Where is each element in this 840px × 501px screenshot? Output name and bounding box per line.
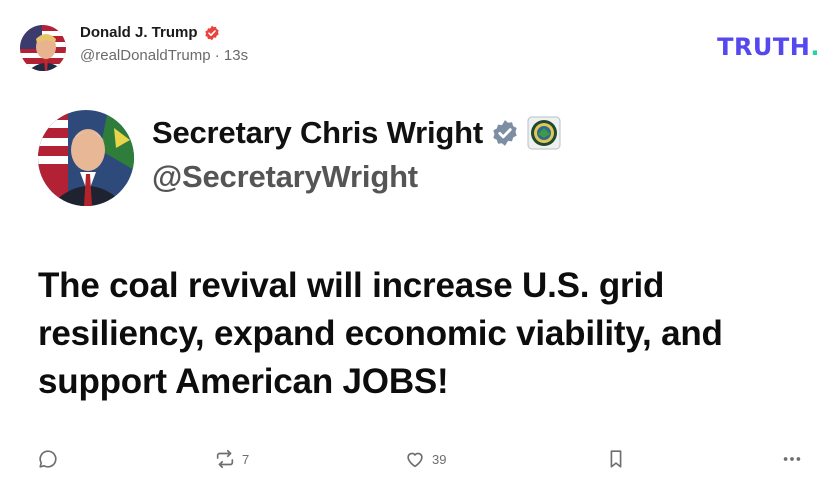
embed-author-name[interactable]: Secretary Chris Wright bbox=[152, 115, 483, 151]
embed-post-text: The coal revival will increase U.S. grid… bbox=[38, 266, 723, 401]
verified-gray-badge-icon bbox=[491, 119, 519, 147]
embed-author-handle[interactable]: @SecretaryWright bbox=[152, 159, 561, 195]
post-timestamp[interactable]: 13s bbox=[224, 47, 248, 64]
retruth-icon bbox=[214, 448, 236, 470]
author-meta: Donald J. Trump @realDonaldTrump · 13s bbox=[80, 24, 248, 64]
embed-name-line: Secretary Chris Wright bbox=[152, 115, 561, 151]
truth-wordmark-dot: . bbox=[810, 33, 820, 61]
author-handle-line: @realDonaldTrump · 13s bbox=[80, 47, 248, 64]
post-header: Donald J. Trump @realDonaldTrump · 13s bbox=[20, 23, 248, 73]
department-of-energy-seal-icon bbox=[527, 116, 561, 150]
reply-button[interactable] bbox=[37, 448, 65, 470]
bookmark-button[interactable] bbox=[605, 448, 627, 470]
meta-separator: · bbox=[214, 47, 220, 64]
retruth-count: 7 bbox=[242, 451, 250, 467]
verified-badge-icon bbox=[204, 25, 220, 41]
more-icon bbox=[781, 448, 803, 470]
author-line: Donald J. Trump bbox=[80, 24, 248, 41]
like-count: 39 bbox=[432, 451, 447, 467]
embed-author-meta: Secretary Chris Wright @SecretaryWright bbox=[152, 115, 561, 195]
post-action-bar: 7 39 bbox=[0, 448, 840, 480]
embed-author-avatar[interactable] bbox=[38, 110, 134, 206]
retruth-button[interactable]: 7 bbox=[214, 448, 249, 470]
author-avatar[interactable] bbox=[20, 25, 66, 71]
like-button[interactable]: 39 bbox=[404, 448, 446, 470]
bookmark-icon bbox=[605, 448, 627, 470]
author-name[interactable]: Donald J. Trump bbox=[80, 24, 198, 41]
truth-wordmark: TRUTH bbox=[717, 33, 811, 61]
embedded-post-header: Secretary Chris Wright @SecretaryWright bbox=[38, 110, 561, 206]
truth-logo[interactable]: TRUTH. bbox=[717, 33, 820, 61]
heart-icon bbox=[404, 448, 426, 470]
more-button[interactable] bbox=[781, 448, 803, 470]
author-handle[interactable]: @realDonaldTrump bbox=[80, 47, 211, 64]
reply-icon bbox=[37, 448, 59, 470]
